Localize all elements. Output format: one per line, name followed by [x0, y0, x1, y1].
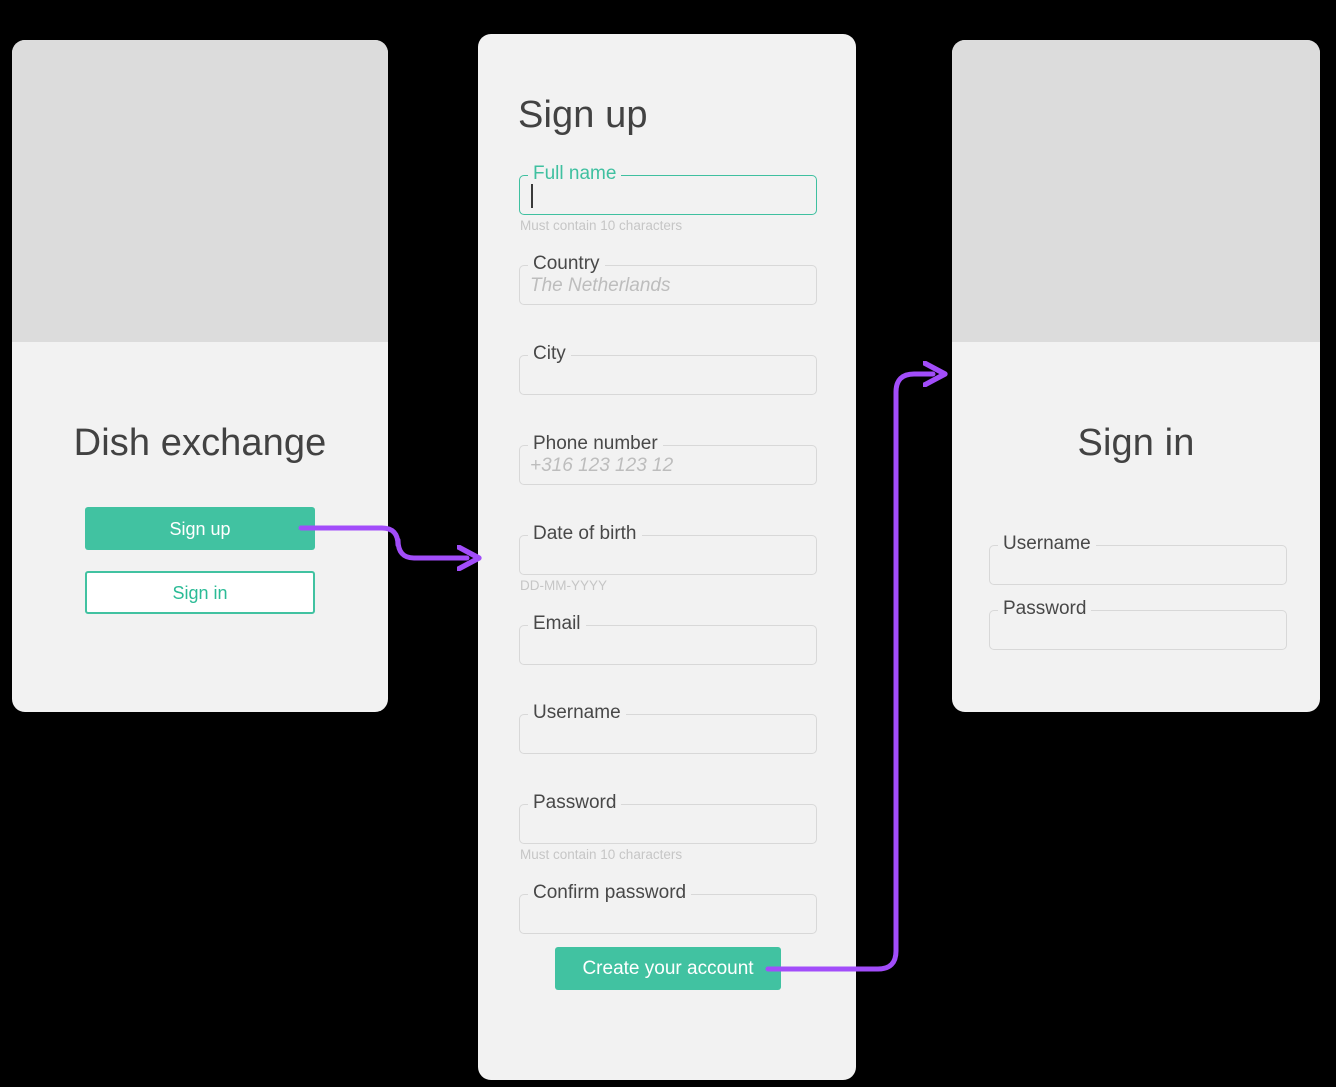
sign-up-screen-body: Sign up Full name Must contain 10 charac…: [478, 34, 856, 1080]
field-phone-number-label: Phone number: [528, 432, 663, 456]
field-country-label: Country: [528, 252, 605, 276]
welcome-screen-card: Dish exchange Sign up Sign in: [12, 40, 388, 712]
field-date-of-birth-helper: DD-MM-YYYY: [520, 578, 607, 593]
page-title: Sign in: [1077, 422, 1195, 464]
sign-up-screen-card: Sign up Full name Must contain 10 charac…: [478, 34, 856, 1080]
text-cursor: [531, 184, 533, 208]
sign-in-screen-body: Sign in Username Password: [952, 40, 1320, 712]
field-signin-password-label: Password: [998, 597, 1092, 621]
welcome-screen-body: Dish exchange Sign up Sign in: [12, 40, 388, 712]
field-password-helper: Must contain 10 characters: [520, 847, 683, 862]
field-city-label: City: [528, 342, 571, 366]
field-confirm-password-label: Confirm password: [528, 881, 692, 905]
create-account-button[interactable]: Create your account: [555, 947, 781, 990]
page-title: Dish exchange: [73, 422, 327, 464]
field-country-placeholder: The Netherlands: [530, 275, 671, 296]
sign-in-screen-card: Sign in Username Password: [952, 40, 1320, 712]
field-phone-number-placeholder: +316 123 123 12: [530, 455, 674, 476]
sign-up-button[interactable]: Sign up: [85, 507, 315, 550]
sign-in-button[interactable]: Sign in: [85, 571, 315, 614]
field-email-label: Email: [528, 612, 586, 636]
field-username-label: Username: [528, 701, 626, 725]
field-password-label: Password: [528, 791, 622, 815]
field-full-name-label: Full name: [528, 162, 622, 186]
page-title: Sign up: [518, 94, 648, 136]
field-signin-username-label: Username: [998, 532, 1096, 556]
field-full-name-helper: Must contain 10 characters: [520, 218, 683, 233]
field-date-of-birth-label: Date of birth: [528, 522, 642, 546]
